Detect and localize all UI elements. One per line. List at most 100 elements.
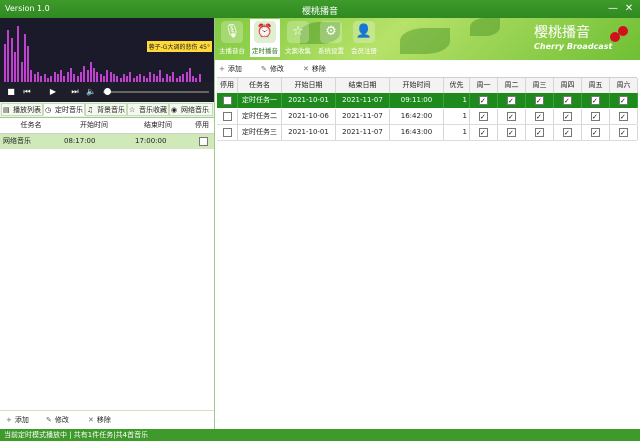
star-icon: ☆ <box>287 21 309 43</box>
close-button[interactable]: ✕ <box>622 2 636 15</box>
day-checkbox-mon[interactable] <box>470 125 498 141</box>
day-checkbox-tue[interactable] <box>498 109 526 125</box>
day-checkbox-thu[interactable] <box>554 109 582 125</box>
add-button[interactable]: + 添加 <box>219 64 242 75</box>
column-header[interactable]: 结束时间 <box>126 118 190 133</box>
column-header[interactable]: 周二 <box>498 78 526 93</box>
tab-label: 播放列表 <box>13 106 41 114</box>
column-header[interactable]: 任务名 <box>0 118 62 133</box>
table-row[interactable]: 网络音乐 08:17:00 17:00:00 <box>0 134 214 149</box>
table-row[interactable]: 定时任务二 2021-10-06 2021-11-07 16:42:00 1 <box>217 109 638 125</box>
tab-globe[interactable]: ◉ 网络音乐 <box>169 103 213 116</box>
left-tab-bar: ▤ 播放列表 ◷ 定时音乐 ♫ 背景音乐 ☆ 音乐收藏 ◉ 网络音乐 <box>0 102 214 118</box>
remove-button[interactable]: ✕ 移除 <box>303 64 326 75</box>
day-checkbox-thu[interactable] <box>554 125 582 141</box>
column-header[interactable]: 停用 <box>217 78 238 93</box>
day-checkbox-tue[interactable] <box>498 125 526 141</box>
disable-checkbox[interactable] <box>217 109 238 124</box>
status-bar: 当前定时模式播放中 | 共有1件任务|共4首音乐 <box>0 429 640 441</box>
column-header[interactable]: 周一 <box>470 78 498 93</box>
left-add-button[interactable]: + 添加 <box>6 415 29 426</box>
spectrum-bar <box>60 70 63 82</box>
spectrum-bar <box>129 72 132 82</box>
left-remove-button[interactable]: ✕ 移除 <box>88 415 111 426</box>
table-row[interactable]: 定时任务三 2021-10-01 2021-11-07 16:43:00 1 <box>217 125 638 141</box>
day-checkbox-thu[interactable] <box>554 93 582 109</box>
day-checkbox-mon[interactable] <box>470 109 498 125</box>
day-checkbox-wed[interactable] <box>526 125 554 141</box>
previous-button[interactable]: ⏮ <box>22 86 32 98</box>
task-name: 定时任务二 <box>238 109 282 124</box>
column-header[interactable]: 任务名 <box>238 78 282 93</box>
table-row[interactable]: 定时任务一 2021-10-01 2021-11-07 09:11:00 1 <box>217 93 638 109</box>
day-checkbox-fri[interactable] <box>582 93 610 109</box>
column-header[interactable]: 停用 <box>190 118 214 133</box>
column-header[interactable]: 开始时间 <box>390 78 444 93</box>
column-header[interactable]: 周六 <box>610 78 638 93</box>
play-button[interactable]: ▶ <box>48 86 58 98</box>
column-header[interactable]: 周五 <box>582 78 610 93</box>
disable-checkbox[interactable] <box>217 93 238 108</box>
nav-alarm-clock[interactable]: ⏰ 定时播音 <box>250 19 280 57</box>
left-edit-button[interactable]: ✎ 修改 <box>46 415 69 426</box>
day-checkbox-wed[interactable] <box>526 109 554 125</box>
spectrum-bar <box>13 52 16 82</box>
nav-star[interactable]: ☆ 文案收集 <box>283 19 313 57</box>
column-header[interactable]: 结束日期 <box>336 78 390 93</box>
brand-name-cn: 樱桃播音 <box>534 25 590 41</box>
column-header[interactable]: 优先 <box>444 78 470 93</box>
spectrum-bar <box>56 74 59 82</box>
nav-settings-screen[interactable]: ⚙ 系统设置 <box>316 19 346 57</box>
globe-icon: ◉ <box>171 106 178 114</box>
day-checkbox-sat[interactable] <box>610 125 638 141</box>
tab-label: 网络音乐 <box>181 106 209 114</box>
now-playing-label: 蓉子-G大调的悲伤 45° <box>146 41 212 52</box>
spectrum-bar <box>109 72 112 82</box>
tab-star[interactable]: ☆ 音乐收藏 <box>127 103 169 116</box>
day-checkbox-sat[interactable] <box>610 109 638 125</box>
audio-visualizer: 蓉子-G大调的悲伤 45° <box>0 18 214 82</box>
priority: 1 <box>444 125 470 140</box>
day-checkbox-sat[interactable] <box>610 93 638 109</box>
tab-music-note[interactable]: ♫ 背景音乐 <box>85 103 127 116</box>
minimize-button[interactable]: — <box>606 2 620 15</box>
spectrum-bar <box>73 74 76 82</box>
spectrum-bar <box>99 74 102 82</box>
nav-user[interactable]: 👤 会员注册 <box>349 19 379 57</box>
spectrum-bar <box>152 74 155 82</box>
stop-button[interactable]: ■ <box>6 86 16 98</box>
start-time: 16:42:00 <box>390 109 444 124</box>
spectrum-bar <box>70 68 72 82</box>
title-bar: Version 1.0 樱桃播音 — ✕ <box>0 0 640 18</box>
column-header[interactable]: 开始日期 <box>282 78 336 93</box>
left-table-header: 任务名 开始时间 结束时间 停用 <box>0 118 214 134</box>
close-icon: ✕ <box>88 416 94 424</box>
spectrum-bar <box>149 72 152 82</box>
day-checkbox-wed[interactable] <box>526 93 554 109</box>
progress-handle[interactable] <box>104 88 111 95</box>
nav-microphone[interactable]: 🎙 主播音台 <box>217 19 247 57</box>
edit-icon: ✎ <box>46 416 52 424</box>
tab-clock[interactable]: ◷ 定时音乐 <box>43 103 85 116</box>
column-header[interactable]: 周四 <box>554 78 582 93</box>
tab-list[interactable]: ▤ 播放列表 <box>1 103 43 116</box>
spectrum-bar <box>30 70 33 82</box>
priority: 1 <box>444 109 470 124</box>
start-date: 2021-10-06 <box>282 109 336 124</box>
edit-button[interactable]: ✎ 修改 <box>261 64 284 75</box>
day-checkbox-tue[interactable] <box>498 93 526 109</box>
progress-slider[interactable] <box>103 91 209 93</box>
tab-label: 定时音乐 <box>55 106 83 114</box>
next-button[interactable]: ⏭ <box>70 86 80 98</box>
day-checkbox-fri[interactable] <box>582 125 610 141</box>
spectrum-bar <box>106 70 109 82</box>
column-header[interactable]: 开始时间 <box>62 118 126 133</box>
close-icon: ✕ <box>303 65 309 73</box>
disable-checkbox[interactable] <box>217 125 238 140</box>
disable-checkbox[interactable] <box>199 134 211 149</box>
spectrum-bar <box>159 70 162 82</box>
day-checkbox-mon[interactable] <box>470 93 498 109</box>
day-checkbox-fri[interactable] <box>582 109 610 125</box>
spectrum-bar <box>66 72 69 82</box>
column-header[interactable]: 周三 <box>526 78 554 93</box>
